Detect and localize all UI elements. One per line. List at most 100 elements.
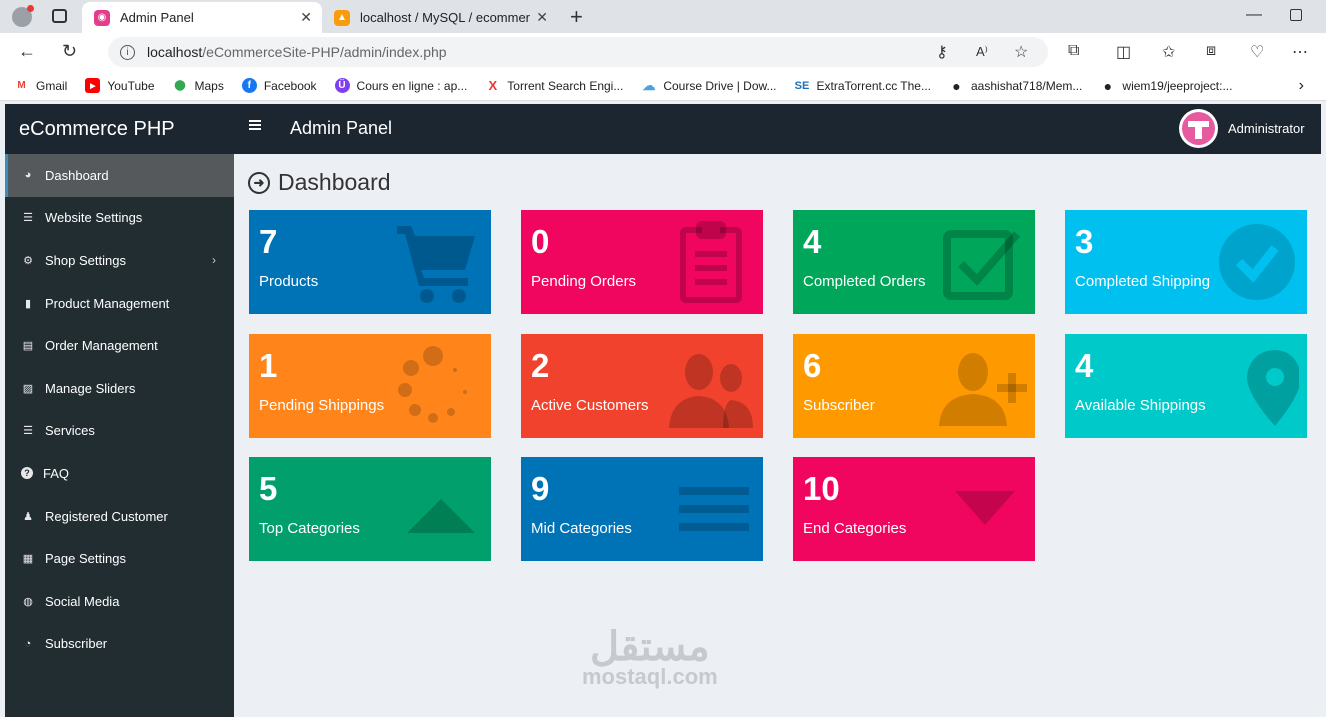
bookmarks-bar: M Gmail ▶ YouTube ⬤ Maps f Facebook Ü Cours e… xyxy=(0,71,1326,101)
github-icon: ● xyxy=(1103,77,1113,94)
page-title: ➜ Dashboard xyxy=(248,169,391,196)
card-top-categories[interactable]: 5 Top Categories xyxy=(249,457,491,561)
question-circle-icon: ? xyxy=(21,467,33,480)
user-name[interactable]: Administrator xyxy=(1228,121,1305,136)
close-tab-icon[interactable]: ✕ xyxy=(536,9,548,26)
tab-phpmyadmin[interactable]: ▲ localhost / MySQL / ecommerce ✕ xyxy=(326,2,558,33)
avatar[interactable] xyxy=(1179,109,1218,148)
close-tab-icon[interactable]: ✕ xyxy=(300,9,312,26)
map-marker-icon xyxy=(1247,350,1299,426)
gmail-icon: M xyxy=(17,80,26,91)
phpmyadmin-favicon-icon: ▲ xyxy=(334,9,350,26)
new-tab-button[interactable]: + xyxy=(570,4,583,30)
sidebar-item-subscriber[interactable]: ◔ Subscriber xyxy=(5,623,234,666)
picture-icon: ▨ xyxy=(22,382,34,395)
reload-icon[interactable]: ↻ xyxy=(62,41,77,62)
sidebar-item-product-management[interactable]: ▮ Product Management xyxy=(5,282,234,325)
sidebar-item-order-management[interactable]: ▤ Order Management xyxy=(5,324,234,367)
read-aloud-icon[interactable]: A⁾ xyxy=(976,44,988,60)
sidebar-item-dashboard[interactable]: ◕ Dashboard xyxy=(5,154,234,197)
sidebar-item-services[interactable]: ☰ Services xyxy=(5,410,234,453)
se-icon: SE xyxy=(794,79,810,92)
info-icon[interactable]: i xyxy=(120,44,135,60)
sidebar-item-registered-customer[interactable]: ♟ Registered Customer xyxy=(5,495,234,538)
user-avatar-icon xyxy=(1182,112,1215,145)
sidebar-item-social-media[interactable]: ◍ Social Media xyxy=(5,580,234,623)
bookmark-maps[interactable]: ⬤ Maps xyxy=(173,78,223,93)
tab-admin-panel[interactable]: ◉ Admin Panel ✕ xyxy=(82,2,322,33)
card-completed-orders[interactable]: 4 Completed Orders xyxy=(793,210,1035,314)
back-icon[interactable]: ← xyxy=(18,41,36,62)
sidebar-item-website-settings[interactable]: ☰ Website Settings xyxy=(5,197,234,240)
bookmark-gmail[interactable]: M Gmail xyxy=(14,78,67,93)
dashboard-icon: ◕ xyxy=(24,169,32,182)
sticky-note-icon: ▤ xyxy=(22,340,34,353)
globe-icon: ◍ xyxy=(23,595,33,608)
user-plus-icon: ♟ xyxy=(23,510,33,523)
bookmark-youtube[interactable]: ▶ YouTube xyxy=(85,78,155,93)
collections-icon[interactable]: ⧈ xyxy=(1206,42,1216,60)
tab-title: localhost / MySQL / ecommerce xyxy=(360,10,530,25)
bookmark-facebook[interactable]: f Facebook xyxy=(241,78,317,93)
card-mid-categories[interactable]: 9 Mid Categories xyxy=(521,457,763,561)
tasks-icon: ▦ xyxy=(22,553,34,566)
extensions-icon[interactable]: ⧉ xyxy=(1068,42,1079,60)
tab-title: Admin Panel xyxy=(120,10,194,25)
sidebar-item-page-settings[interactable]: ▦ Page Settings xyxy=(5,537,234,580)
card-active-customers[interactable]: 2 Active Customers xyxy=(521,334,763,438)
cloud-icon: ☁ xyxy=(642,77,656,93)
browser-tab-bar: ◉ Admin Panel ✕ ▲ localhost / MySQL / ec… xyxy=(0,0,1326,33)
header-title: Admin Panel xyxy=(290,118,393,138)
watermark: مستقل mostaql.com xyxy=(582,625,718,689)
brand-logo[interactable]: eCommerce PHP xyxy=(5,104,234,154)
arrow-circle-right-icon: ➜ xyxy=(248,171,270,194)
favorite-star-icon[interactable]: ☆ xyxy=(1014,42,1028,62)
course-icon: Ü xyxy=(334,78,350,93)
sidebar-item-manage-sliders[interactable]: ▨ Manage Sliders xyxy=(5,367,234,410)
bookmark-extratorrent[interactable]: SE ExtraTorrent.cc The... xyxy=(794,78,931,93)
cart-icon xyxy=(397,226,475,303)
card-available-shippings[interactable]: 4 Available Shippings xyxy=(1065,334,1307,438)
torrent-icon: X xyxy=(488,78,498,93)
bookmark-github-2[interactable]: ● wiem19/jeeproject:... xyxy=(1100,77,1233,94)
browser-essentials-icon[interactable]: ♡ xyxy=(1250,42,1264,62)
sidebar-item-shop-settings[interactable]: ⚙ Shop Settings › xyxy=(5,239,234,282)
url-input[interactable]: i localhost/eCommerceSite-PHP/admin/inde… xyxy=(108,37,1048,67)
users-icon xyxy=(669,354,753,428)
caret-up-icon xyxy=(407,499,475,533)
card-end-categories[interactable]: 10 End Categories xyxy=(793,457,1035,561)
split-screen-icon[interactable]: ◫ xyxy=(1116,42,1131,62)
bookmark-course[interactable]: Ü Cours en ligne : ap... xyxy=(334,78,467,93)
sidebar-item-faq[interactable]: ? FAQ xyxy=(5,452,234,495)
check-circle-icon xyxy=(1219,224,1295,300)
bookmark-torrent[interactable]: X Torrent Search Engi... xyxy=(485,78,623,93)
menu-toggle-icon[interactable] xyxy=(249,120,261,130)
card-completed-shipping[interactable]: 3 Completed Shipping xyxy=(1065,210,1307,314)
favorites-icon[interactable]: ✩ xyxy=(1162,42,1175,62)
card-subscriber[interactable]: 6 Subscriber xyxy=(793,334,1035,438)
card-products[interactable]: 7 Products xyxy=(249,210,491,314)
url-path: /eCommerceSite-PHP/admin/index.php xyxy=(202,44,447,60)
facebook-icon: f xyxy=(241,78,257,93)
bookmark-course-drive[interactable]: ☁ Course Drive | Dow... xyxy=(641,78,776,93)
check-square-icon xyxy=(943,230,1021,300)
list-icon: ☰ xyxy=(23,425,33,438)
bookmark-github-1[interactable]: ● aashishat718/Mem... xyxy=(949,78,1082,94)
more-menu-icon[interactable]: ⋯ xyxy=(1292,42,1308,62)
minimize-icon[interactable]: — xyxy=(1246,6,1262,24)
tab-actions-icon[interactable] xyxy=(52,9,67,23)
youtube-icon: ▶ xyxy=(85,78,101,93)
maximize-icon[interactable] xyxy=(1290,9,1302,21)
key-icon[interactable]: ⚷ xyxy=(936,42,948,62)
main-content: ➜ Dashboard 7 Products 0 Pending Orders … xyxy=(234,154,1321,717)
address-bar: ← ↻ i localhost/eCommerceSite-PHP/admin/… xyxy=(0,33,1326,71)
caret-down-icon xyxy=(955,491,1015,525)
card-pending-orders[interactable]: 0 Pending Orders xyxy=(521,210,763,314)
top-navbar: eCommerce PHP Admin Panel Administrator xyxy=(5,104,1321,154)
chevron-right-icon[interactable]: › xyxy=(1299,77,1304,95)
sidebar: ◕ Dashboard ☰ Website Settings ⚙ Shop Setti… xyxy=(5,154,234,717)
card-pending-shippings[interactable]: 1 Pending Shippings xyxy=(249,334,491,438)
cogs-icon: ⚙ xyxy=(23,254,33,267)
maps-icon: ⬤ xyxy=(174,80,186,91)
notification-dot-icon xyxy=(27,5,34,12)
